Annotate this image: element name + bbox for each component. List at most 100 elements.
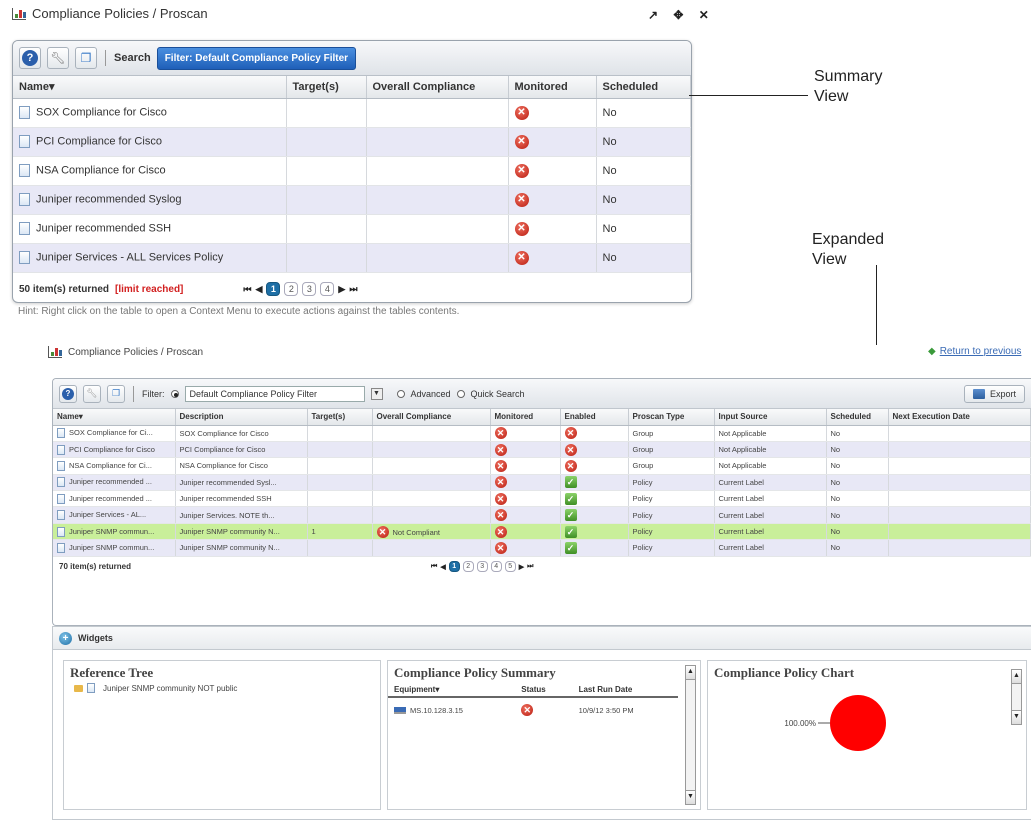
help-button[interactable]: ? [59, 384, 77, 403]
enabled-cell: ✓ [560, 474, 629, 492]
column-monitored[interactable]: Monitored [490, 409, 561, 426]
equipment-value: MS.10.128.3.15 [410, 705, 463, 715]
advanced-radio[interactable] [396, 389, 405, 398]
targets-cell [286, 127, 367, 157]
scroll-up-icon[interactable]: ▲ [1012, 670, 1021, 684]
table-row[interactable]: Juniper SNMP commun... Juniper SNMP commu… [53, 523, 1031, 541]
table-row[interactable]: PCI Compliance for Cisco ✕ No [13, 127, 691, 157]
column-last-run-date[interactable]: Last Run Date [572, 683, 678, 698]
page-button[interactable]: 3 [476, 561, 488, 573]
vertical-scrollbar[interactable]: ▲ ▼ [685, 665, 696, 805]
return-link[interactable]: ◆ Return to previous [928, 346, 1021, 357]
pie-slice[interactable] [830, 695, 886, 751]
last-page-icon[interactable]: ⏭︎ [527, 563, 533, 571]
column-equipment[interactable]: Equipment▾ [388, 683, 516, 698]
toolbar-separator [133, 385, 134, 402]
column-scheduled[interactable]: Scheduled [826, 409, 889, 426]
widgets-bar[interactable]: + Widgets [52, 626, 1031, 650]
monitored-cell: ✕ [490, 539, 561, 557]
pager: ⏮︎ ◀︎ 1 2 3 4 ▶︎ ⏭︎ [243, 282, 357, 296]
page-button[interactable]: 2 [284, 282, 299, 296]
page-button[interactable]: 1 [448, 561, 460, 573]
name-cell: Juniper recommended SSH [13, 214, 287, 244]
first-page-icon[interactable]: ⏮︎ [243, 284, 251, 295]
document-icon [57, 542, 65, 553]
page-button[interactable]: 3 [302, 282, 317, 296]
column-enabled[interactable]: Enabled [560, 409, 629, 426]
column-targets[interactable]: Target(s) [307, 409, 373, 426]
table-row[interactable]: Juniper recommended ... Juniper recommend… [53, 474, 1031, 492]
table-row[interactable]: Juniper Services - ALL Services Policy ✕ N… [13, 243, 691, 273]
column-scheduled[interactable]: Scheduled [596, 76, 691, 99]
column-name[interactable]: Name▾ [53, 409, 176, 426]
settings-button[interactable]: 🔧︎ [47, 47, 69, 69]
filter-select[interactable]: Default Compliance Policy Filter [184, 385, 365, 402]
quick-search-label[interactable]: Quick Search [471, 389, 525, 399]
last-page-icon[interactable]: ⏭︎ [349, 284, 357, 295]
table-row[interactable]: Juniper SNMP commun... Juniper SNMP commu… [53, 539, 1031, 557]
table-row[interactable]: Juniper recommended SSH ✕ No [13, 214, 691, 244]
column-overall-compliance[interactable]: Overall Compliance [372, 409, 491, 426]
targets-cell: 1 [307, 523, 373, 541]
quick-search-radio[interactable] [456, 389, 465, 398]
page-button[interactable]: 2 [462, 561, 474, 573]
policy-name: Juniper SNMP commun... [69, 526, 155, 536]
error-icon: ✕ [494, 427, 507, 440]
refresh-button[interactable]: ❐ [75, 47, 97, 69]
export-button[interactable]: Export [963, 384, 1025, 403]
column-status[interactable]: Status [515, 683, 573, 698]
prev-page-icon[interactable]: ◀︎ [256, 284, 263, 295]
page-button[interactable]: 1 [266, 282, 281, 296]
refresh-button[interactable]: ❐ [107, 384, 125, 403]
input-source-cell: Current Label [714, 539, 827, 557]
targets-cell [307, 425, 373, 442]
first-page-icon[interactable]: ⏮︎ [431, 563, 437, 571]
vertical-scrollbar[interactable]: ▲ ▼ [1011, 669, 1022, 725]
table-row[interactable]: Juniper Services - AL... Juniper Services… [53, 506, 1031, 524]
column-monitored[interactable]: Monitored [508, 76, 597, 99]
help-button[interactable]: ? [19, 47, 41, 69]
table-row[interactable]: Juniper recommended Syslog ✕ No [13, 185, 691, 215]
column-input-source[interactable]: Input Source [714, 409, 827, 426]
page-button[interactable]: 5 [504, 561, 516, 573]
error-icon: ✕ [514, 250, 529, 265]
compliance-value: Not Compliant [392, 527, 441, 537]
page-button[interactable]: 4 [320, 282, 335, 296]
search-label[interactable]: Search [114, 52, 151, 64]
next-page-icon[interactable]: ▶︎ [338, 284, 345, 295]
page-button[interactable]: 4 [490, 561, 502, 573]
table-row[interactable]: SOX Compliance for Ci... SOX Compliance f… [53, 425, 1031, 442]
next-page-icon[interactable]: ▶︎ [519, 563, 524, 571]
scroll-down-icon[interactable]: ▼ [1012, 710, 1021, 724]
column-proscan-type[interactable]: Proscan Type [628, 409, 715, 426]
error-icon: ✕ [494, 525, 507, 538]
column-name[interactable]: Name▾ [13, 76, 287, 99]
table-row[interactable]: MS.10.128.3.15 ✕ 10/9/12 3:50 PM [388, 697, 678, 722]
filter-radio[interactable] [170, 389, 179, 398]
column-overall-compliance[interactable]: Overall Compliance [366, 76, 509, 99]
column-next-execution-date[interactable]: Next Execution Date [888, 409, 1031, 426]
return-link-text[interactable]: Return to previous [940, 346, 1022, 357]
scroll-down-icon[interactable]: ▼ [686, 790, 695, 804]
scroll-up-icon[interactable]: ▲ [686, 666, 695, 680]
column-description[interactable]: Description [175, 409, 308, 426]
settings-button[interactable]: 🔧︎ [83, 384, 101, 403]
column-targets[interactable]: Target(s) [286, 76, 367, 99]
table-row[interactable]: PCI Compliance for Cisco PCI Compliance f… [53, 441, 1031, 459]
tree-item[interactable]: Juniper SNMP community NOT public [64, 683, 380, 693]
export-icon [972, 388, 985, 399]
table-row[interactable]: Juniper recommended ... Juniper recommend… [53, 490, 1031, 508]
tree-item-label: Juniper SNMP community NOT public [103, 683, 238, 693]
chevron-down-icon[interactable]: ▼ [370, 387, 383, 400]
table-row[interactable]: NSA Compliance for Cisco ✕ No [13, 156, 691, 186]
overall-compliance-cell [372, 425, 491, 442]
filter-button[interactable]: Filter: Default Compliance Policy Filter [156, 46, 357, 70]
proscan-type-cell: Policy [628, 523, 715, 541]
advanced-label[interactable]: Advanced [411, 389, 451, 399]
prev-page-icon[interactable]: ◀︎ [440, 563, 445, 571]
window-controls[interactable]: ↗ ✥ ✕ [648, 8, 715, 22]
document-icon [19, 251, 30, 264]
table-row[interactable]: SOX Compliance for Cisco ✕ No [13, 98, 691, 128]
expand-widgets-icon[interactable]: + [59, 631, 72, 645]
table-row[interactable]: NSA Compliance for Ci... NSA Compliance f… [53, 457, 1031, 475]
